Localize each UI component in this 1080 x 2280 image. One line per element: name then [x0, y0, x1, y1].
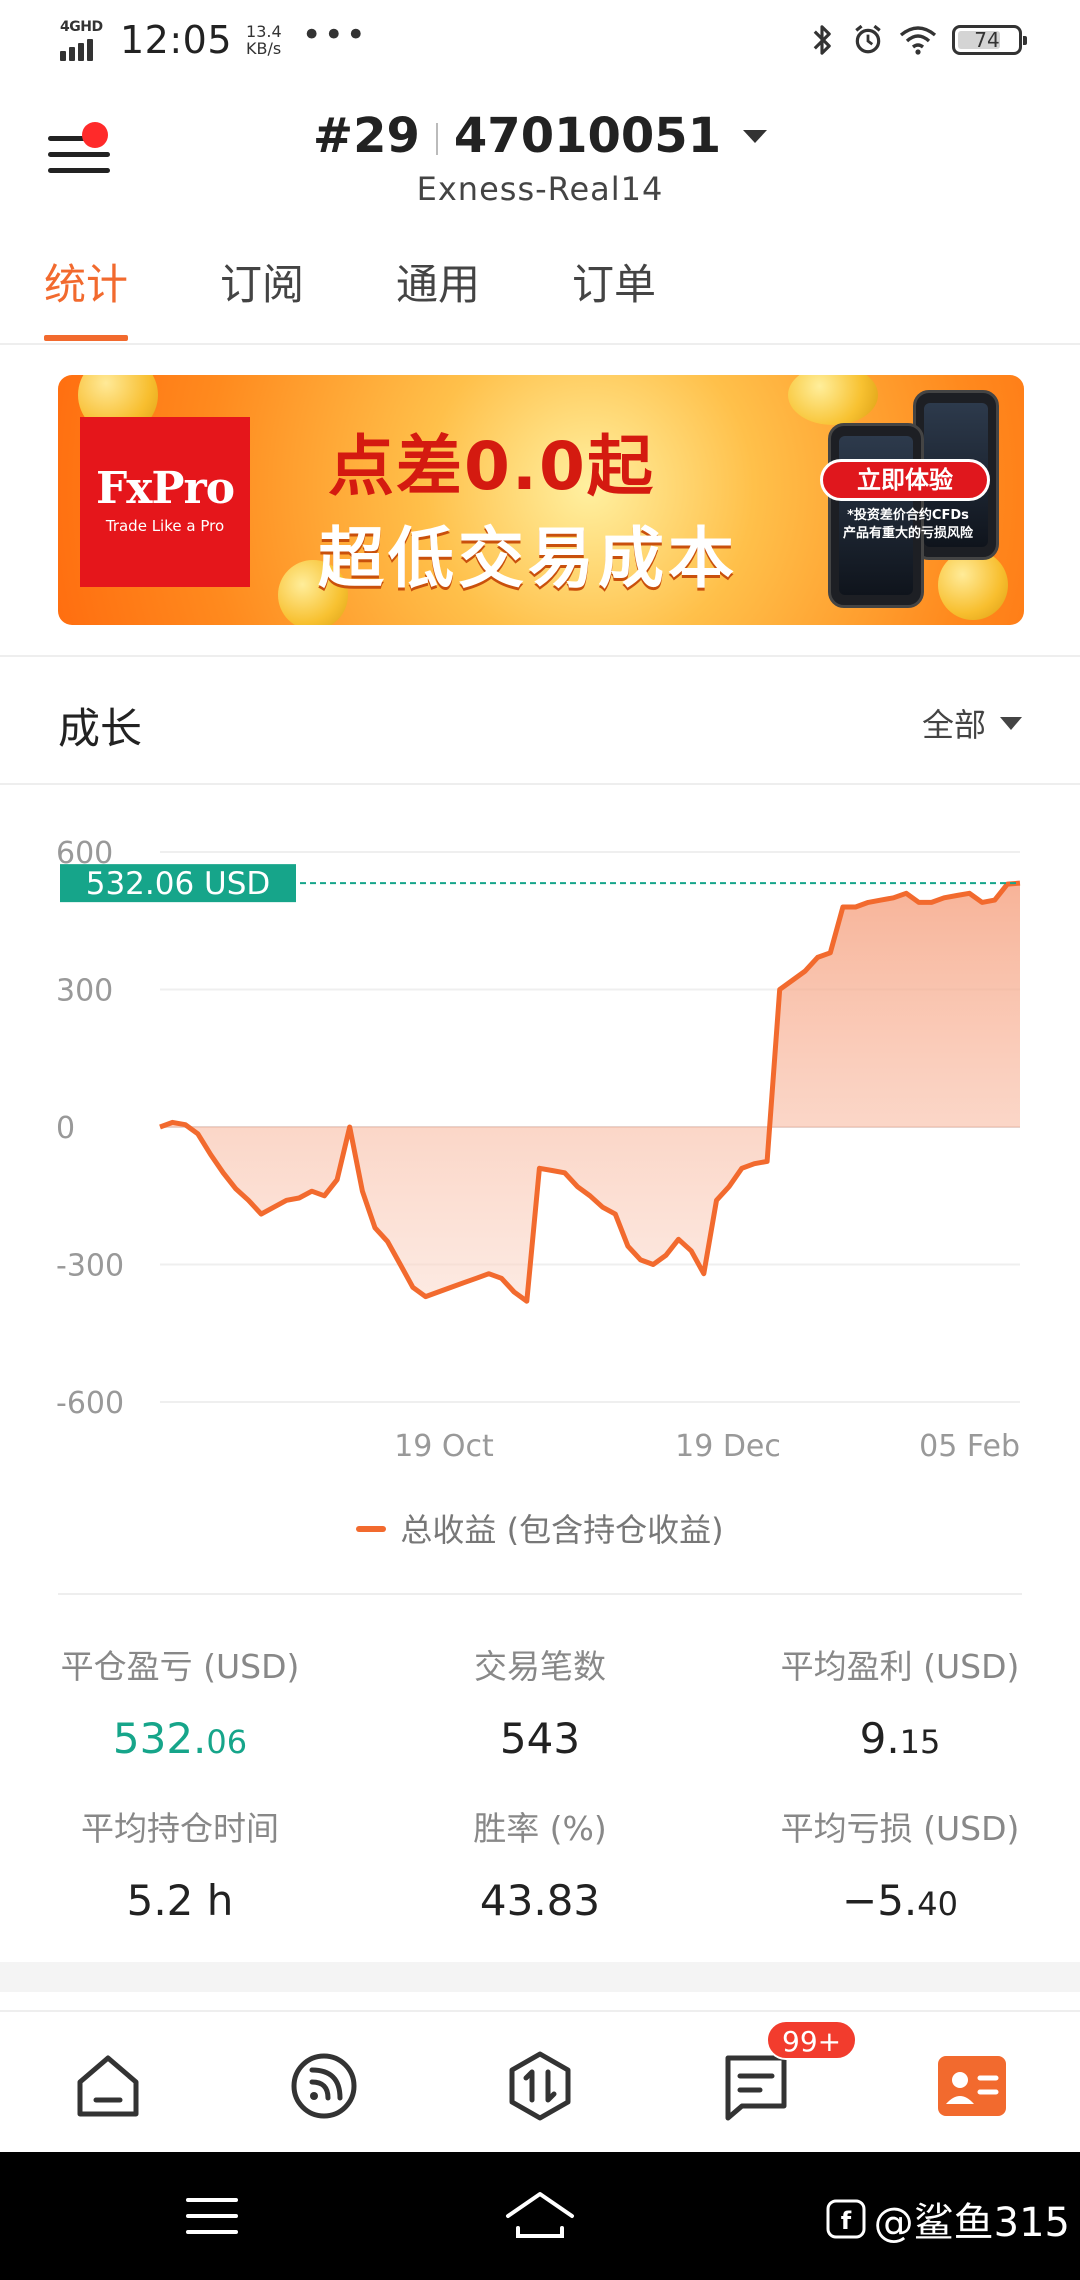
signal-icon: 4GHD: [60, 19, 106, 61]
stat-value: 543: [499, 1714, 581, 1763]
home-icon[interactable]: [70, 2048, 146, 2124]
y-tick-label: 300: [56, 974, 113, 1009]
y-tick-label: -600: [56, 1386, 124, 1421]
stat-label: 平均持仓时间: [81, 1809, 279, 1848]
stat-win-rate: 胜率 (%) 43.83: [360, 1802, 720, 1925]
tab-orders[interactable]: 订单: [572, 245, 656, 341]
stat-avg-hold-time: 平均持仓时间 5.2 h: [0, 1802, 360, 1925]
svg-text:f: f: [840, 2207, 851, 2235]
recent-apps-icon[interactable]: [184, 2194, 240, 2238]
battery-icon: 74: [952, 25, 1027, 55]
stat-closed-pnl: 平仓盈亏 (USD) 532.06: [0, 1640, 360, 1763]
tab-stats[interactable]: 统计: [44, 245, 129, 341]
account-header: #29 47010051 Exness-Real14: [0, 90, 1080, 220]
account-server: Exness-Real14: [416, 170, 664, 208]
series-area: [160, 883, 1020, 1302]
alarm-icon: [855, 24, 881, 54]
x-tick-label: 19 Dec: [675, 1429, 781, 1464]
y-tick-label: 0: [56, 1111, 75, 1146]
stat-value: −5.40: [842, 1876, 958, 1925]
banner-subheadline: 超低交易成本: [318, 520, 738, 597]
bottom-nav: [0, 2010, 1080, 2150]
stat-label: 平均亏损 (USD): [780, 1809, 1020, 1848]
network-type: 4GHD: [60, 19, 103, 35]
tab-subscribe[interactable]: 订阅: [220, 245, 304, 341]
message-badge: 99+: [766, 2020, 858, 2060]
promo-banner[interactable]: FxPro Trade Like a Pro 点差0.0起 超低交易成本 立即体…: [58, 375, 1024, 625]
network-speed: 13.4 KB/s: [246, 22, 282, 58]
stat-label: 胜率 (%): [473, 1809, 607, 1848]
wifi-icon: [899, 26, 937, 55]
feed-icon[interactable]: [286, 2048, 362, 2124]
y-tick-label: -300: [56, 1249, 124, 1284]
trade-icon[interactable]: [502, 2048, 578, 2124]
system-nav-bar: f @鲨鱼315: [0, 2152, 1080, 2280]
tab-general[interactable]: 通用: [396, 245, 480, 341]
tab-bar: 统计 订阅 通用 订单: [0, 245, 1080, 345]
status-bar: 4GHD 12:05 13.4 KB/s ••• 74: [0, 0, 1080, 80]
profile-icon[interactable]: [934, 2048, 1010, 2124]
bluetooth-icon: [813, 25, 831, 55]
stat-label: 交易笔数: [474, 1647, 606, 1686]
battery-level: 74: [974, 28, 1000, 52]
stat-value: 9.15: [859, 1714, 941, 1763]
stat-avg-loss: 平均亏损 (USD) −5.40: [720, 1802, 1080, 1925]
more-status-icon: •••: [301, 15, 368, 55]
watermark-logo-icon: f: [826, 2199, 866, 2239]
home-nav-icon[interactable]: [504, 2190, 576, 2242]
account-selector[interactable]: #29 47010051: [0, 108, 1080, 164]
stat-label: 平仓盈亏 (USD): [60, 1647, 300, 1686]
range-value: 全部: [921, 706, 986, 744]
banner-headline: 点差0.0起: [328, 428, 655, 505]
account-rank: #29: [312, 108, 420, 164]
risk-disclaimer: *投资差价合约CFDs 产品有重大的亏损风险: [842, 508, 973, 541]
chevron-down-icon: [743, 129, 768, 143]
growth-chart: 600 300 0 -300 -600 19 Oct 19 Dec 05 Feb 532.06 …: [0, 820, 1080, 1480]
caret-down-icon: [1000, 716, 1022, 730]
chart-legend: 总收益 (包含持仓收益): [0, 1505, 1080, 1551]
legend-swatch: [356, 1526, 387, 1532]
x-tick-label: 05 Feb: [919, 1429, 1020, 1464]
x-tick-label: 19 Oct: [394, 1429, 494, 1464]
try-now-button[interactable]: 立即体验: [820, 459, 990, 501]
fxpro-logo: FxPro Trade Like a Pro: [80, 417, 250, 587]
legend-label: 总收益 (包含持仓收益): [400, 1511, 724, 1549]
stat-avg-profit: 平均盈利 (USD) 9.15: [720, 1640, 1080, 1763]
stat-label: 平均盈利 (USD): [780, 1647, 1020, 1686]
clock: 12:05: [120, 18, 233, 62]
account-number: 47010051: [453, 108, 722, 164]
range-dropdown[interactable]: 全部: [922, 700, 1022, 746]
growth-title: 成长: [58, 704, 143, 753]
stat-value: 5.2 h: [126, 1876, 234, 1925]
current-value-label: 532.06 USD: [86, 866, 271, 902]
stat-value: 532.06: [112, 1714, 248, 1763]
stat-trades: 交易笔数 543: [360, 1640, 720, 1763]
stat-value: 43.83: [479, 1876, 601, 1925]
watermark: f @鲨鱼315: [824, 2190, 1070, 2248]
